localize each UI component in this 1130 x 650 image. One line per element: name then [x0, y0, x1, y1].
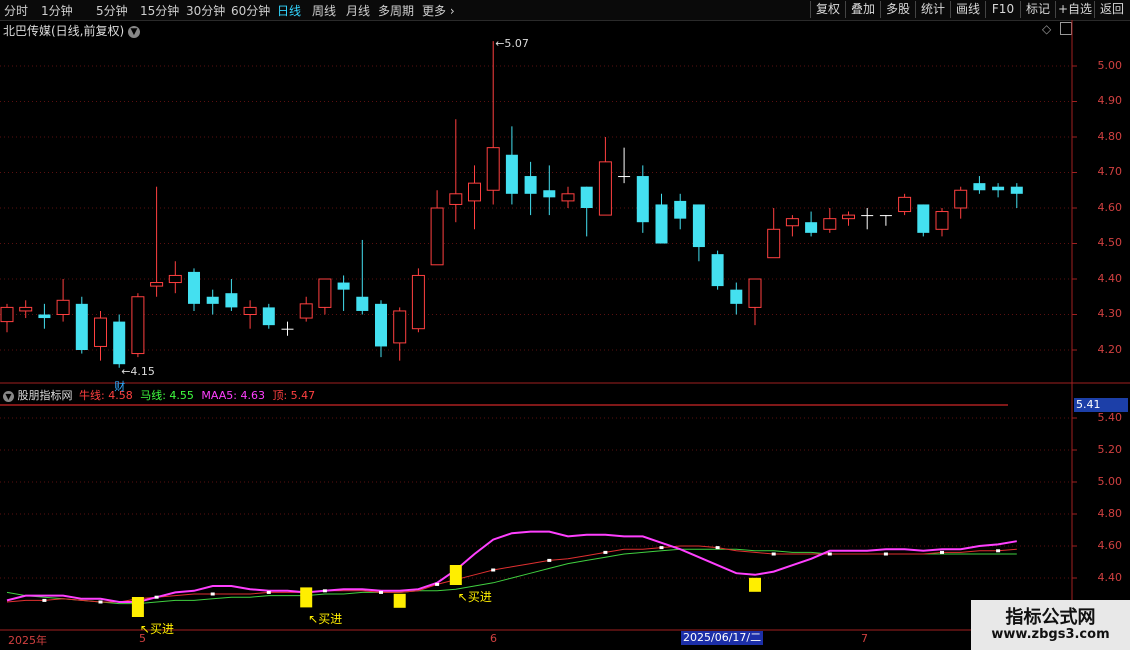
niu-marker	[435, 582, 440, 586]
buy-signal-bar	[300, 587, 313, 608]
niu-marker	[210, 592, 215, 596]
candle-body	[636, 176, 649, 223]
candle-body	[767, 228, 781, 259]
candle-body	[411, 274, 425, 330]
buy-signal-label: ↖买进	[457, 590, 492, 604]
candle-body	[805, 222, 818, 233]
candle-body	[262, 307, 275, 326]
candle-body	[113, 321, 126, 365]
candle-body	[524, 176, 537, 194]
candle-body	[898, 196, 912, 213]
low-price-label: ←4.15	[121, 364, 155, 378]
candle-body	[954, 189, 968, 209]
niu-marker	[379, 590, 383, 594]
candle-body	[935, 211, 949, 230]
candle-body	[430, 207, 444, 266]
niu-marker	[491, 568, 496, 572]
high-price-value: 5.07	[504, 37, 529, 51]
watermark-title: 指标公式网	[1005, 607, 1096, 628]
candle-body	[38, 314, 51, 319]
candle-body	[56, 299, 70, 315]
buy-signal-bar	[131, 597, 144, 617]
candle-body	[206, 296, 219, 304]
candle-body	[917, 204, 930, 233]
candle-body	[375, 303, 387, 347]
candle-body	[842, 214, 855, 220]
watermark-url: www.zbgs3.com	[991, 627, 1110, 642]
candle-body	[823, 218, 837, 230]
candle-body	[879, 215, 892, 217]
buy-signal-bar	[449, 565, 462, 585]
niu-line	[6, 545, 1017, 603]
candle-body	[225, 293, 238, 308]
candle-body	[543, 190, 556, 198]
candle-body	[393, 310, 407, 344]
finance-marker[interactable]: 财	[114, 378, 125, 394]
low-price-value: 4.15	[130, 364, 155, 378]
candle-body	[468, 182, 481, 202]
ma-line	[6, 548, 1017, 605]
candle-body	[318, 278, 332, 308]
candle-body	[861, 215, 874, 217]
candle-body	[992, 186, 1005, 191]
candle-body	[168, 274, 182, 284]
candle-body	[131, 296, 145, 355]
candle-body	[973, 183, 986, 191]
candle-body	[94, 317, 107, 347]
niu-marker	[42, 598, 47, 602]
niu-marker	[322, 589, 327, 593]
candlestick-series	[0, 41, 1023, 368]
niu-marker	[771, 552, 776, 556]
candle-body	[75, 303, 88, 350]
candle-body	[561, 193, 575, 202]
candle-body	[748, 278, 762, 308]
candle-body	[655, 204, 668, 244]
candle-body	[580, 186, 593, 208]
niu-marker	[996, 549, 1001, 553]
candle-body	[243, 306, 257, 315]
candle-body	[449, 193, 463, 205]
niu-marker	[940, 550, 944, 554]
candle-body	[711, 254, 724, 287]
indicator-series	[6, 530, 1017, 617]
candle-body	[692, 204, 705, 248]
niu-marker	[547, 558, 552, 562]
niu-marker	[659, 546, 664, 550]
watermark: 指标公式网 www.zbgs3.com	[971, 600, 1130, 650]
niu-marker	[603, 550, 608, 554]
chart-frame	[0, 20, 1130, 631]
niu-marker	[154, 595, 159, 599]
high-price-label: ←5.07	[495, 37, 529, 51]
niu-marker	[827, 552, 832, 556]
niu-marker	[715, 546, 720, 550]
candle-body	[0, 306, 14, 323]
candle-body	[281, 328, 294, 330]
niu-marker	[883, 552, 888, 556]
candle-body	[505, 154, 518, 194]
chart-canvas[interactable]	[0, 0, 1130, 650]
candle-body	[356, 296, 369, 311]
candle-body	[486, 147, 500, 191]
candle-body	[337, 282, 350, 290]
candle-body	[785, 218, 799, 227]
candle-body	[150, 282, 164, 287]
candle-body	[19, 306, 33, 312]
candle-body	[188, 271, 200, 304]
niu-marker	[98, 600, 103, 604]
candle-body	[299, 303, 313, 319]
candle-body	[598, 161, 612, 216]
candle-body	[674, 200, 687, 219]
niu-marker	[266, 590, 271, 594]
buy-signal-label: ↖买进	[139, 622, 174, 636]
signal-bar	[393, 593, 406, 608]
candle-body	[730, 289, 743, 304]
candle-body	[1010, 186, 1023, 194]
signal-bar	[749, 577, 761, 592]
buy-signal-label: ↖买进	[308, 612, 343, 627]
candle-body	[618, 176, 631, 178]
